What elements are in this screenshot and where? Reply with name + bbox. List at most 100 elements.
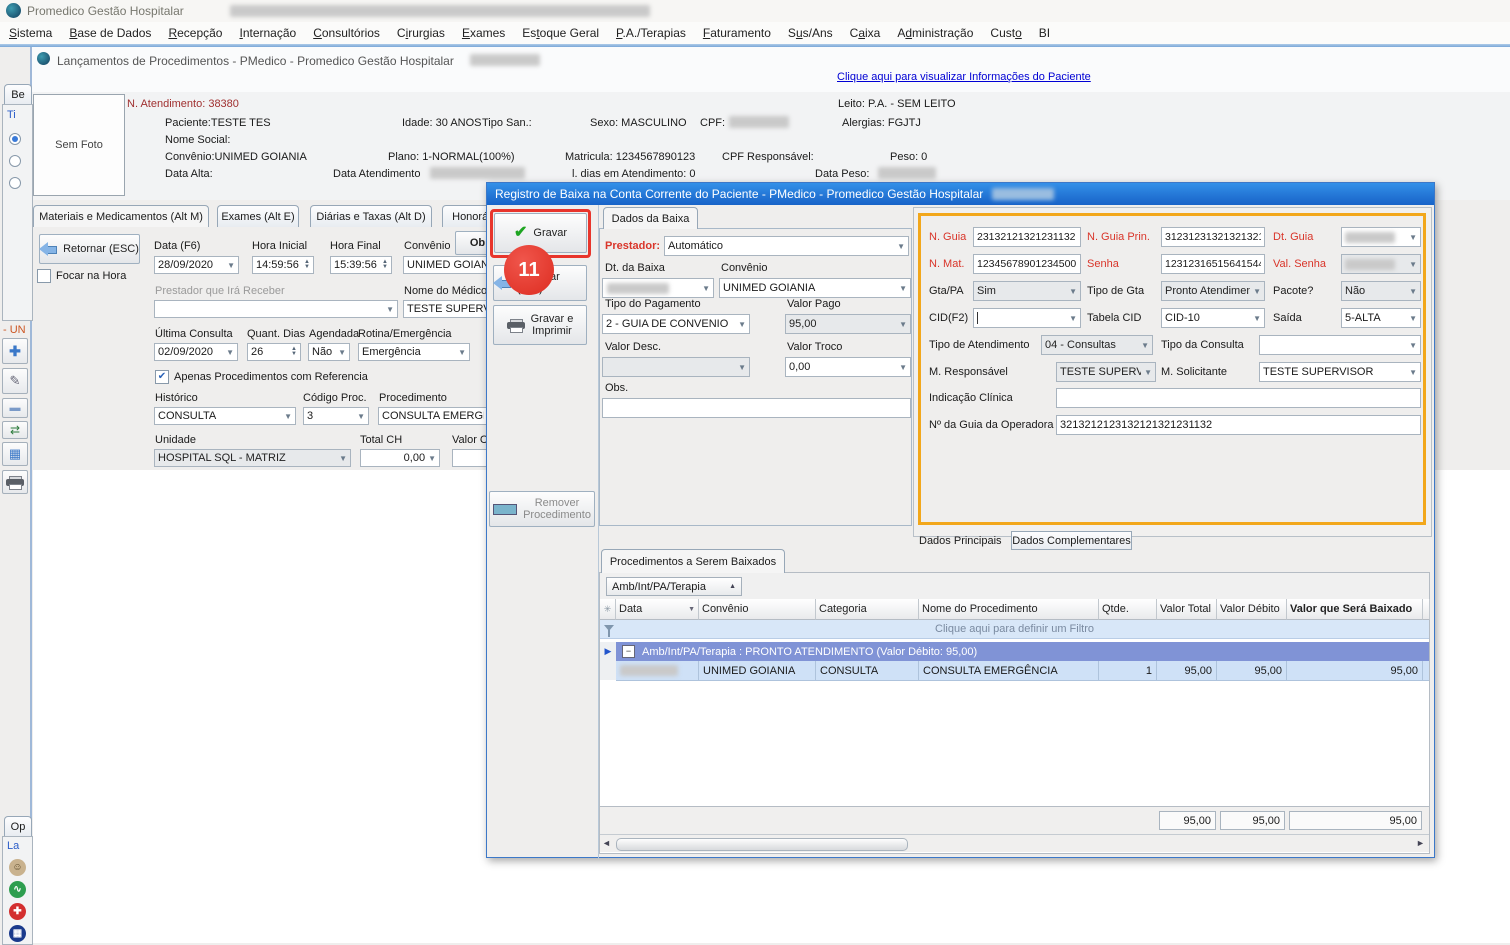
n-guia-prin-input[interactable]: 31231231321321321 [1161, 227, 1265, 247]
subtab-dados-principais[interactable]: Dados Principais [919, 535, 1002, 547]
dropdown-arrow-icon[interactable]: ▼ [339, 454, 347, 463]
dropdown-arrow-icon[interactable]: ▼ [458, 348, 466, 357]
dt-guia-combo[interactable]: ▼ [1341, 227, 1421, 247]
cell-categoria[interactable]: CONSULTA [816, 661, 919, 680]
indicacao-clinica-input[interactable] [1056, 388, 1421, 408]
heartbeat-icon[interactable]: ∿ [9, 881, 26, 898]
edit-button[interactable]: ✎ [2, 368, 28, 394]
n-guia-input[interactable]: 23132121321231132 [973, 227, 1081, 247]
valor-c-input[interactable] [452, 449, 488, 467]
sidebar-bottom-tab[interactable]: Op [4, 816, 32, 836]
menu-item-p-a-terapias[interactable]: P.A./Terapias [616, 26, 686, 40]
dropdown-arrow-icon[interactable]: ▼ [338, 348, 346, 357]
transfer-arrows-button[interactable]: ⇄ [2, 421, 28, 439]
tab-materiais[interactable]: Materiais e Medicamentos (Alt M) [33, 205, 209, 227]
dropdown-arrow-icon[interactable]: ▼ [386, 305, 394, 314]
grid-col-valor-d-bito[interactable]: Valor Débito [1217, 599, 1287, 620]
sidebar-radio-1[interactable] [9, 133, 21, 145]
tipo-atendimento-combo[interactable]: 04 - Consultas▼ [1041, 335, 1153, 355]
hora-final-input[interactable]: 15:39:56▲▼ [330, 256, 392, 274]
m-solicitante-combo[interactable]: TESTE SUPERVISOR▼ [1259, 362, 1421, 382]
prestador-receber-input[interactable]: ▼ [154, 300, 398, 318]
senha-input[interactable]: 12312316515641544 [1161, 254, 1265, 274]
menu-item-exames[interactable]: Exames [462, 26, 505, 40]
remover-procedimento-button[interactable]: RemoverProcedimento [489, 491, 595, 527]
valor-desc-field[interactable]: ▼ [602, 357, 750, 377]
guia-operadora-input[interactable]: 3213212123132121321231132 [1056, 415, 1421, 435]
dialog-title-bar[interactable]: Registro de Baixa na Conta Corrente do P… [487, 183, 1434, 205]
subtab-dados-complementares[interactable]: Dados Complementares [1011, 531, 1132, 550]
codigo-proc-input[interactable]: 3▼ [303, 407, 369, 425]
add-button[interactable]: ✚ [2, 338, 28, 364]
person-icon[interactable]: ☺ [9, 859, 26, 876]
grid-col-valor-que-ser-baixado[interactable]: Valor que Será Baixado [1287, 599, 1423, 620]
hora-inicial-input[interactable]: 14:59:56▲▼ [252, 256, 314, 274]
dropdown-arrow-icon[interactable]: ▼ [1409, 314, 1417, 323]
procedimento-input[interactable]: CONSULTA EMERGÊNCIA [378, 407, 488, 425]
grid-col-valor-total[interactable]: Valor Total [1157, 599, 1217, 620]
menu-item-recep-o[interactable]: Recepção [168, 26, 222, 40]
groupby-button[interactable]: Amb/Int/PA/Terapia ▲ [606, 577, 742, 596]
sidebar-radio-3[interactable] [9, 177, 21, 189]
dt-baixa-combo[interactable]: ▼ [602, 278, 714, 298]
apenas-proc-checkbox[interactable]: ✔ Apenas Procedimentos com Referencia [155, 370, 368, 384]
cell-convenio[interactable]: UNIMED GOIANIA [699, 661, 816, 680]
retornar-esc-button[interactable]: Retornar (ESC) [39, 234, 140, 264]
nome-medico-input[interactable]: TESTE SUPERVISOR [403, 300, 499, 318]
valor-troco-field[interactable]: 0,00▼ [785, 357, 911, 377]
grid-col-qtde-[interactable]: Qtde. [1099, 599, 1157, 620]
gta-pa-combo[interactable]: Sim▼ [973, 281, 1081, 301]
print-button[interactable] [2, 470, 28, 494]
grid-data-row[interactable]: UNIMED GOIANIA CONSULTA CONSULTA EMERGÊN… [616, 661, 1429, 681]
scroll-left-arrow[interactable]: ◄ [602, 838, 611, 848]
grid-col-conv-nio[interactable]: Convênio [699, 599, 816, 620]
cell-nome-procedimento[interactable]: CONSULTA EMERGÊNCIA [919, 661, 1099, 680]
prestador-combo[interactable]: Automático▼ [664, 236, 909, 256]
grid-filter-row[interactable]: Clique aqui para definir um Filtro [600, 620, 1429, 639]
grid-col-data[interactable]: Data▼ [616, 599, 699, 620]
baixa-convenio-combo[interactable]: UNIMED GOIANIA▼ [719, 278, 911, 298]
remove-button[interactable]: ▬ [2, 398, 28, 418]
grid-col-nome-do-procedimento[interactable]: Nome do Procedimento [919, 599, 1099, 620]
dropdown-arrow-icon[interactable]: ▼ [1069, 314, 1077, 323]
tipo-consulta-combo[interactable]: ▼ [1259, 335, 1421, 355]
data-f6-input[interactable]: 28/09/2020▼ [154, 256, 239, 274]
pacote-combo[interactable]: Não▼ [1341, 281, 1421, 301]
dropdown-arrow-icon[interactable]: ▼ [428, 454, 436, 463]
cell-valor-baixado[interactable]: 95,00 [1287, 661, 1423, 680]
menu-item-consult-rios[interactable]: Consultórios [313, 26, 380, 40]
sidebar-top-tab[interactable]: Be [4, 84, 32, 104]
menu-item-cirurgias[interactable]: Cirurgias [397, 26, 445, 40]
m-responsavel-combo[interactable]: TESTE SUPERVISOR▼ [1056, 362, 1156, 382]
menu-item-administra-o[interactable]: Administração [897, 26, 973, 40]
menu-item-caixa[interactable]: Caixa [850, 26, 881, 40]
historico-input[interactable]: CONSULTA▼ [154, 407, 296, 425]
agendada-input[interactable]: Não▼ [308, 343, 350, 361]
dropdown-arrow-icon[interactable]: ▼ [1409, 368, 1417, 377]
dropdown-arrow-icon[interactable]: ▼ [897, 242, 905, 251]
total-ch-input[interactable]: 0,00▼ [360, 449, 440, 467]
dropdown-arrow-icon[interactable]: ▼ [899, 284, 907, 293]
menu-item-bi[interactable]: BI [1039, 26, 1050, 40]
dropdown-arrow-icon[interactable]: ▼ [1253, 314, 1261, 323]
tab-diarias[interactable]: Diárias e Taxas (Alt D) [310, 205, 432, 227]
tab-exames[interactable]: Exames (Alt E) [217, 205, 299, 227]
valor-pago-field[interactable]: 95,00▼ [785, 314, 911, 334]
grid-calc-icon[interactable]: ▦ [9, 925, 26, 942]
grid-group-row[interactable]: − Amb/Int/PA/Terapia : PRONTO ATENDIMENT… [616, 642, 1429, 661]
dropdown-arrow-icon[interactable]: ▼ [702, 284, 710, 293]
spinner-icon[interactable]: ▲▼ [382, 260, 388, 270]
dropdown-arrow-icon[interactable]: ▼ [227, 261, 235, 270]
tipo-pagamento-combo[interactable]: 2 - GUIA DE CONVENIO▼ [602, 314, 750, 334]
tab-procedimentos-baixados[interactable]: Procedimentos a Serem Baixados [601, 549, 785, 573]
menu-item-custo[interactable]: Custo [990, 26, 1021, 40]
cid-f2-combo[interactable]: ▼ [973, 308, 1081, 328]
dropdown-arrow-icon[interactable]: ▼ [1409, 233, 1417, 242]
menu-item-base-de-dados[interactable]: Base de Dados [69, 26, 151, 40]
grid-col-categoria[interactable]: Categoria [816, 599, 919, 620]
cell-valor-total[interactable]: 95,00 [1157, 661, 1217, 680]
patient-info-link[interactable]: Clique aqui para visualizar Informações … [837, 71, 1091, 83]
form-convenio-input[interactable]: UNIMED GOIANIA [403, 256, 499, 274]
cell-data[interactable] [616, 661, 699, 680]
dropdown-arrow-icon[interactable]: ▼ [899, 363, 907, 372]
